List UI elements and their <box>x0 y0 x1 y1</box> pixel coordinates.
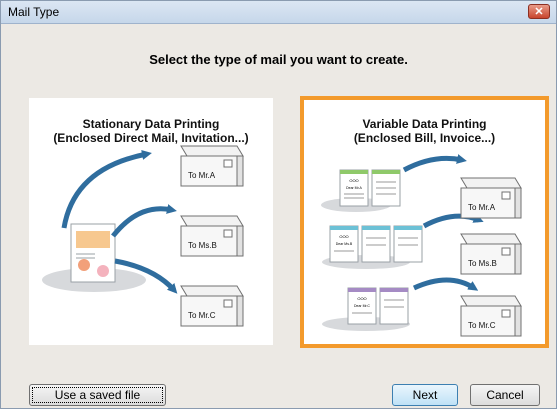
var-envelope-b: To Ms.B <box>460 233 522 275</box>
next-button[interactable]: Next <box>392 384 458 406</box>
instruction-heading: Select the type of mail you want to crea… <box>149 52 408 67</box>
window-title: Mail Type <box>8 5 60 19</box>
envelope-c-label: To Mr.C <box>188 311 216 320</box>
envelope-c: To Mr.C <box>180 285 244 327</box>
envelope-b: To Ms.B <box>180 215 244 257</box>
doc-a-header: OOO <box>349 178 358 183</box>
title-bar: Mail Type ✕ <box>1 1 556 24</box>
variable-data-printing-option[interactable]: Variable Data Printing (Enclosed Bill, I… <box>300 96 549 348</box>
envelope-a: To Mr.A <box>180 145 244 187</box>
doc-b-salutation: Dear Ms.B <box>336 242 353 246</box>
envelope-b-label: To Ms.B <box>188 241 217 250</box>
envelope-a-label: To Mr.A <box>188 171 216 180</box>
var-envelope-c-label: To Mr.C <box>468 321 496 330</box>
use-saved-file-button[interactable]: Use a saved file <box>29 384 166 406</box>
arrow-to-b <box>111 204 177 238</box>
stationary-data-printing-option[interactable]: Stationary Data Printing (Enclosed Direc… <box>29 98 273 345</box>
close-icon: ✕ <box>534 6 544 18</box>
doc-a-salutation: Dear Mr.A <box>346 186 362 190</box>
variable-illustration: OOO Dear Mr.A OOO Dear Ms.B OOO Dear Mr.… <box>321 154 522 337</box>
doc-c-header: OOO <box>357 296 366 301</box>
var-envelope-a-label: To Mr.A <box>468 203 496 212</box>
mail-type-dialog: Mail Type ✕ Select the type of mail you … <box>0 0 557 409</box>
close-button[interactable]: ✕ <box>528 4 550 19</box>
cancel-button[interactable]: Cancel <box>470 384 540 406</box>
doc-c-salutation: Dear Mr.C <box>354 304 370 308</box>
var-envelope-b-label: To Ms.B <box>468 259 497 268</box>
stationary-illustration: To Mr.A To Ms.B To Mr.C <box>42 145 244 327</box>
var-envelope-c: To Mr.C <box>460 295 522 337</box>
doc-set-b: OOO Dear Ms.B <box>329 225 423 263</box>
var-envelope-a: To Mr.A <box>460 177 522 219</box>
document-icon <box>70 223 116 283</box>
doc-b-header: OOO <box>339 234 348 239</box>
